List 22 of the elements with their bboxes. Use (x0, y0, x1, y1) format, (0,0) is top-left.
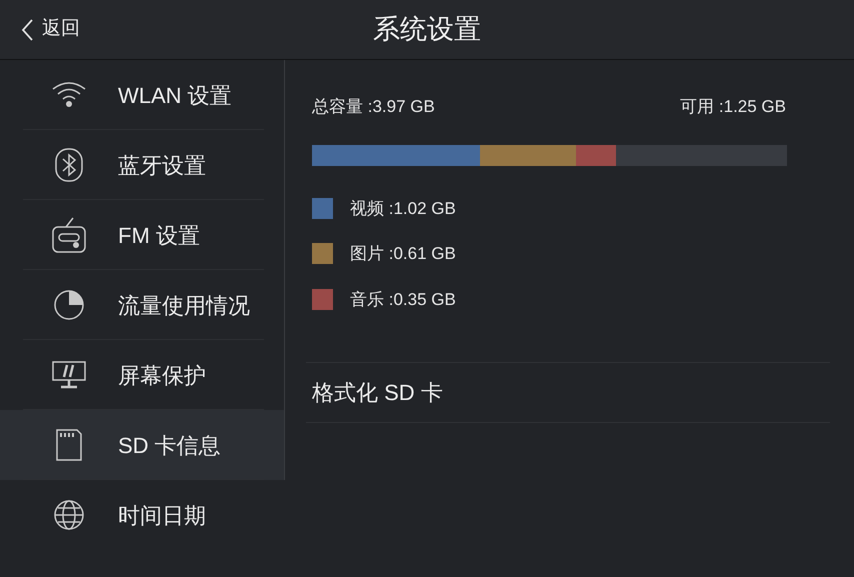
sidebar-item[interactable]: FM 设置 (0, 200, 285, 270)
sidebar-item[interactable]: WLAN 设置 (0, 60, 285, 130)
sidebar-item[interactable]: 时间日期 (0, 480, 285, 550)
available-capacity: 可用 :1.25 GB (680, 96, 786, 118)
format-sd-button[interactable]: 格式化 SD 卡 (306, 376, 443, 409)
globe-icon (53, 499, 85, 531)
sidebar-item[interactable]: SD 卡信息 (0, 410, 285, 480)
bluetooth-icon (55, 148, 83, 182)
chevron-left-icon (20, 18, 34, 42)
radio-icon (52, 217, 86, 253)
sidebar-item[interactable]: 流量使用情况 (0, 270, 285, 340)
pie-chart-icon (53, 289, 85, 321)
sidebar-item[interactable]: 蓝牙设置 (0, 130, 285, 200)
legend-label: 视频 :1.02 GB (350, 198, 456, 220)
back-button[interactable]: 返回 (0, 15, 80, 44)
monitor-icon (52, 361, 86, 389)
wifi-icon (51, 81, 87, 109)
sd-card-icon (56, 429, 82, 461)
page-title: 系统设置 (373, 13, 481, 46)
legend-label: 音乐 :0.35 GB (350, 288, 456, 310)
legend-label: 图片 :0.61 GB (350, 243, 456, 265)
total-capacity: 总容量 :3.97 GB (312, 96, 435, 118)
